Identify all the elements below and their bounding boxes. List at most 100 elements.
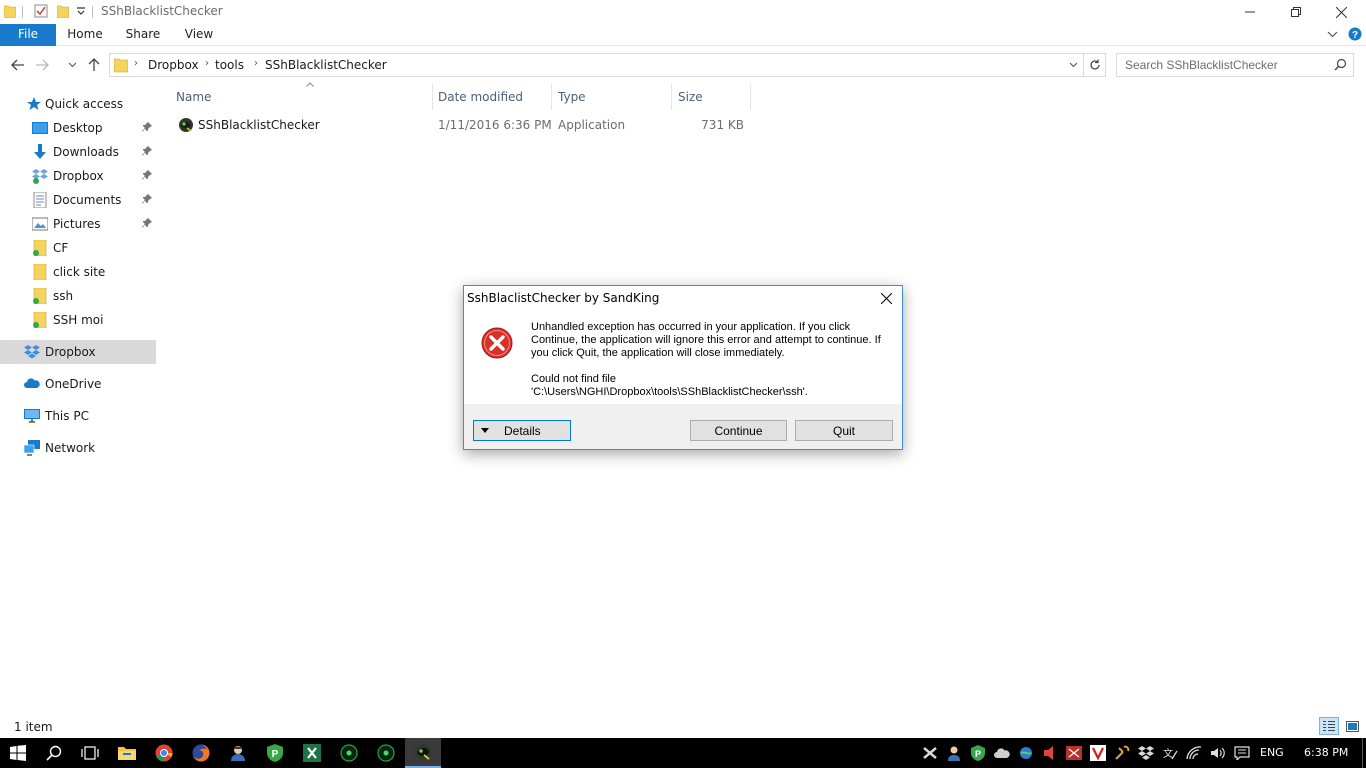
sidebar-item-click-site[interactable]: click site	[0, 260, 156, 284]
folder-icon	[114, 57, 128, 73]
tray-dropbox-icon[interactable]	[1138, 745, 1154, 761]
sort-up-icon	[306, 82, 314, 87]
divider	[92, 6, 93, 18]
refresh-button[interactable]	[1084, 53, 1106, 77]
search-icon[interactable]	[1334, 58, 1347, 71]
tray-app-icon[interactable]	[922, 745, 938, 761]
sidebar-item-dropbox-pinned[interactable]: Dropbox	[0, 164, 156, 188]
language-indicator[interactable]: ENG	[1260, 746, 1284, 759]
sidebar-item-desktop[interactable]: Desktop	[0, 116, 156, 140]
file-row[interactable]: SShBlacklistChecker 1/11/2016 6:36 PM Ap…	[174, 114, 751, 136]
pin-icon[interactable]	[142, 122, 152, 132]
sidebar-item-ssh[interactable]: ssh	[0, 284, 156, 308]
tray-volume-icon[interactable]	[1210, 745, 1226, 761]
sidebar-item-cf[interactable]: CF	[0, 236, 156, 260]
breadcrumb-tools[interactable]: tools	[215, 58, 244, 72]
tab-file[interactable]: File	[0, 24, 56, 46]
continue-button[interactable]: Continue	[690, 420, 787, 441]
task-view-button[interactable]	[72, 738, 108, 768]
sidebar-item-quick-access[interactable]: Quick access	[0, 92, 156, 116]
sidebar-item-network[interactable]: Network	[0, 436, 156, 460]
column-header-type[interactable]: Type	[552, 84, 672, 110]
dialog-close-button[interactable]	[870, 286, 902, 310]
tab-view[interactable]: View	[176, 24, 222, 46]
sidebar-item-onedrive[interactable]: OneDrive	[0, 372, 156, 396]
tray-user-icon[interactable]	[946, 745, 962, 761]
clock[interactable]: 6:38 PM	[1304, 746, 1348, 759]
tray-v-icon[interactable]	[1090, 745, 1106, 761]
recent-locations-dropdown[interactable]	[62, 55, 82, 75]
sidebar-item-downloads[interactable]: Downloads	[0, 140, 156, 164]
file-explorer-taskbar-icon[interactable]	[109, 738, 145, 768]
column-header-size[interactable]: Size	[672, 84, 751, 110]
pin-icon[interactable]	[142, 170, 152, 180]
back-button[interactable]	[8, 55, 28, 75]
sidebar-item-pictures[interactable]: Pictures	[0, 212, 156, 236]
sshblacklistchecker-taskbar-icon[interactable]	[405, 738, 441, 768]
search-box[interactable]	[1116, 53, 1354, 77]
folder-icon	[32, 312, 48, 328]
column-header-date-modified[interactable]: Date modified	[432, 84, 552, 110]
column-header-name[interactable]: Name	[170, 82, 433, 110]
forward-button[interactable]	[32, 55, 52, 75]
close-button[interactable]	[1318, 0, 1364, 24]
tray-wifi-icon[interactable]	[1186, 745, 1202, 761]
tray-onedrive-icon[interactable]	[994, 745, 1010, 761]
firefox-icon[interactable]	[183, 738, 219, 768]
sidebar-item-this-pc[interactable]: This PC	[0, 404, 156, 428]
chrome-icon[interactable]	[146, 738, 182, 768]
tray-red-app-icon[interactable]	[1066, 745, 1082, 761]
start-button[interactable]	[0, 738, 36, 768]
user-app-icon[interactable]	[220, 738, 256, 768]
customize-toolbar-dropdown-icon[interactable]	[76, 6, 86, 16]
sidebar-item-label: Downloads	[53, 145, 119, 159]
tray-tools-icon[interactable]	[1114, 745, 1130, 761]
vpn-shield-icon[interactable]: P	[257, 738, 293, 768]
search-input[interactable]	[1117, 54, 1327, 76]
pin-icon[interactable]	[142, 194, 152, 204]
chevron-right-icon[interactable]: ›	[254, 58, 258, 69]
excel-icon[interactable]	[294, 738, 330, 768]
pin-icon[interactable]	[142, 218, 152, 228]
svg-text:P: P	[975, 749, 981, 759]
help-icon[interactable]: ?	[1348, 27, 1362, 41]
large-icons-view-button[interactable]	[1342, 717, 1362, 735]
chevron-down-icon[interactable]	[1069, 62, 1078, 68]
show-desktop-button[interactable]	[1362, 738, 1366, 768]
sidebar-item-label: SSH moi	[53, 313, 104, 327]
breadcrumb-current-folder[interactable]: SShBlacklistChecker	[265, 58, 387, 72]
file-date-modified: 1/11/2016 6:36 PM	[438, 118, 552, 132]
sidebar-item-ssh-moi[interactable]: SSH moi	[0, 308, 156, 332]
up-button[interactable]	[84, 55, 104, 75]
sidebar-item-label: CF	[53, 241, 69, 255]
tray-input-method-icon[interactable]: 文	[1162, 745, 1178, 761]
new-folder-icon[interactable]	[57, 4, 69, 18]
sidebar-item-label: Pictures	[53, 217, 101, 231]
sidebar-item-label: Dropbox	[53, 169, 104, 183]
tray-network-globe-icon[interactable]	[1018, 745, 1034, 761]
sidebar-item-label: Quick access	[45, 97, 124, 111]
sidebar-item-dropbox[interactable]: Dropbox	[0, 340, 156, 364]
quit-button[interactable]: Quit	[795, 420, 893, 441]
tray-action-center-icon[interactable]	[1234, 745, 1250, 761]
sidebar-item-documents[interactable]: Documents	[0, 188, 156, 212]
properties-icon[interactable]	[34, 4, 48, 18]
chevron-right-icon[interactable]: ›	[205, 58, 209, 69]
tray-speaker-red-icon[interactable]	[1042, 745, 1058, 761]
radar-app-icon-2[interactable]	[368, 738, 404, 768]
taskbar: P P 文 ENG 6:38 PM	[0, 738, 1366, 768]
tray-vpn-icon[interactable]: P	[970, 745, 986, 761]
error-dialog: SshBlaclistChecker by SandKing Unhandled…	[463, 285, 903, 450]
pin-icon[interactable]	[142, 146, 152, 156]
address-bar[interactable]: › Dropbox › tools › SShBlacklistChecker	[109, 53, 1084, 77]
search-taskbar-button[interactable]	[36, 738, 72, 768]
details-button[interactable]: Details	[473, 420, 571, 441]
minimize-button[interactable]	[1227, 0, 1273, 24]
details-view-button[interactable]	[1319, 717, 1339, 735]
radar-app-icon[interactable]	[331, 738, 367, 768]
breadcrumb-dropbox[interactable]: Dropbox	[148, 58, 199, 72]
restore-button[interactable]	[1273, 0, 1319, 24]
tab-home[interactable]: Home	[62, 24, 108, 46]
tab-share[interactable]: Share	[120, 24, 166, 46]
expand-ribbon-icon[interactable]	[1327, 29, 1338, 40]
